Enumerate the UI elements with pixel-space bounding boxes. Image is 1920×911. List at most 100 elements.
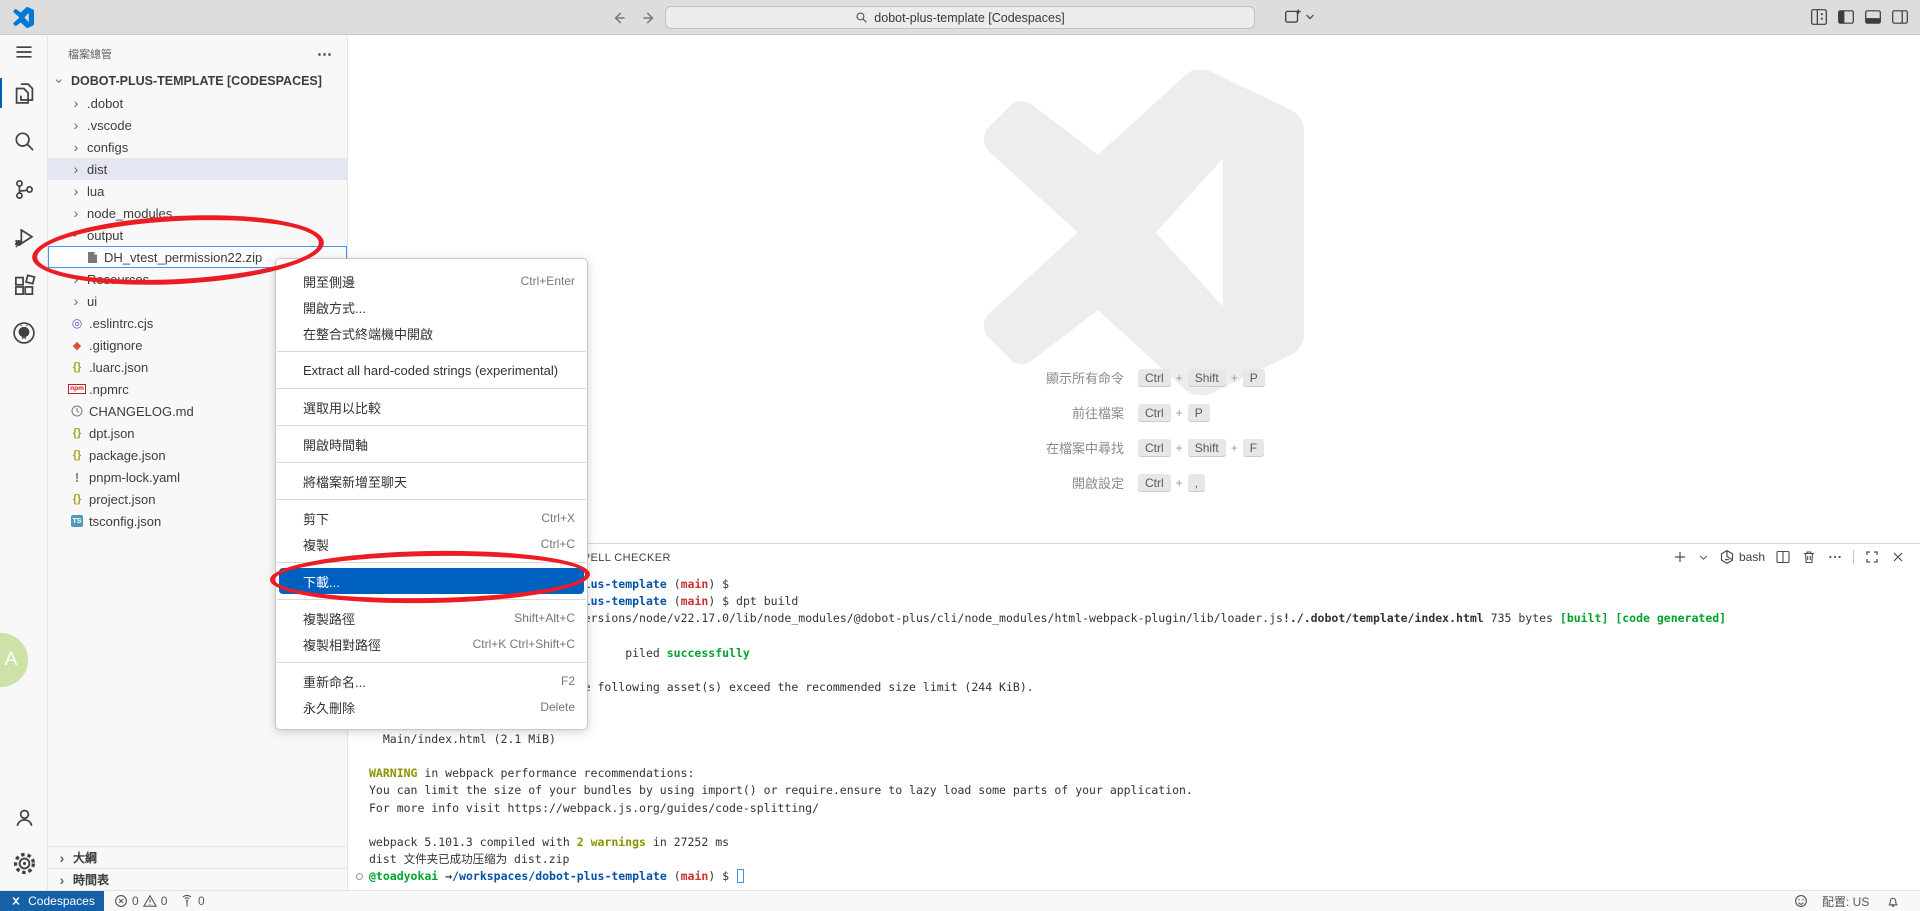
accounts-icon[interactable] bbox=[0, 797, 48, 837]
close-panel-icon[interactable] bbox=[1890, 549, 1906, 565]
menu-item-extract-strings[interactable]: Extract all hard-coded strings (experime… bbox=[276, 357, 587, 383]
more-actions-icon[interactable] bbox=[1827, 549, 1843, 565]
tab-spell-checker[interactable]: SPELL CHECKER bbox=[575, 552, 671, 564]
terminal-line: webpack 5.101.3 compiled with 2 warnings… bbox=[369, 834, 729, 851]
explorer-icon[interactable] bbox=[0, 73, 48, 113]
tree-item-label: configs bbox=[87, 140, 128, 155]
chevron-right-icon: › bbox=[70, 163, 82, 175]
tree-item-label: package.json bbox=[89, 448, 166, 463]
source-control-icon[interactable] bbox=[0, 169, 48, 209]
tree-item-output-folder[interactable]: ›output bbox=[48, 224, 347, 246]
tree-item-node-modules-folder[interactable]: ›node_modules bbox=[48, 202, 347, 224]
menu-item-open-with[interactable]: 開啟方式... bbox=[276, 294, 587, 320]
menu-separator bbox=[277, 599, 586, 600]
tree-item-label: project.json bbox=[89, 492, 155, 507]
tree-item-dist-folder[interactable]: ›dist bbox=[48, 158, 347, 180]
git-icon: ◆ bbox=[73, 339, 81, 352]
keyboard-layout-status[interactable]: 配置: US bbox=[1822, 891, 1869, 911]
menu-item-shortcut: Ctrl+X bbox=[541, 511, 575, 525]
toggle-secondary-sidebar-icon[interactable] bbox=[1891, 8, 1909, 26]
terminal-tab-bash[interactable]: bash bbox=[1719, 549, 1765, 565]
menu-item-copy[interactable]: 複製Ctrl+C bbox=[276, 531, 587, 557]
menu-item-shortcut: Shift+Alt+C bbox=[514, 611, 575, 625]
sidebar-timeline-section[interactable]: ›時間表 bbox=[48, 868, 347, 890]
menu-separator bbox=[277, 425, 586, 426]
notifications-bell[interactable] bbox=[1886, 891, 1900, 911]
menu-item-copy-relative-path[interactable]: 複製相對路徑Ctrl+K Ctrl+Shift+C bbox=[276, 631, 587, 657]
menu-item-add-file-to-chat[interactable]: 將檔案新增至聊天 bbox=[276, 468, 587, 494]
new-terminal-icon[interactable] bbox=[1672, 549, 1688, 565]
search-view-icon[interactable] bbox=[0, 121, 48, 161]
menu-separator bbox=[277, 462, 586, 463]
key-chip: , bbox=[1188, 474, 1205, 492]
key-chip: P bbox=[1188, 404, 1210, 422]
menu-item-open-in-integrated-terminal[interactable]: 在整合式終端機中開啟 bbox=[276, 320, 587, 346]
radio-tower-icon bbox=[180, 894, 194, 908]
watermark-label: 在檔案中尋找 bbox=[914, 438, 1124, 457]
menu-item-label: 重新命名... bbox=[303, 672, 366, 691]
github-icon[interactable] bbox=[0, 313, 48, 353]
warning-count: 0 bbox=[161, 894, 168, 908]
menu-item-cut[interactable]: 剪下Ctrl+X bbox=[276, 505, 587, 531]
search-value: dobot-plus-template [Codespaces] bbox=[874, 11, 1064, 25]
menu-item-download[interactable]: 下載... bbox=[279, 568, 584, 594]
terminal-line: Main/index.html (2.1 MiB) bbox=[369, 731, 556, 748]
menu-item-delete-permanently[interactable]: 永久刪除Delete bbox=[276, 694, 587, 720]
menu-item-copy-path[interactable]: 複製路徑Shift+Alt+C bbox=[276, 605, 587, 631]
menu-separator bbox=[277, 499, 586, 500]
watermark-shortcut-row: 在檔案中尋找Ctrl+Shift+F bbox=[914, 430, 1354, 465]
clock-icon bbox=[71, 405, 83, 417]
customize-layout-icon[interactable] bbox=[1810, 8, 1828, 26]
sidebar-outline-section[interactable]: ›大綱 bbox=[48, 846, 347, 868]
toggle-panel-icon[interactable] bbox=[1864, 8, 1882, 26]
command-decoration-icon[interactable] bbox=[356, 873, 363, 880]
menu-item-label: 在整合式終端機中開啟 bbox=[303, 324, 433, 343]
menu-separator bbox=[277, 388, 586, 389]
terminal-output[interactable]: @toadyokai →/workspaces/dobot-plus-templ… bbox=[369, 576, 1920, 888]
tree-item-root[interactable]: ›DOBOT-PLUS-TEMPLATE [CODESPACES] bbox=[48, 70, 347, 92]
section-label: 時間表 bbox=[73, 871, 109, 888]
back-arrow-icon[interactable] bbox=[610, 9, 628, 27]
watermark-shortcut-row: 開啟設定Ctrl+, bbox=[914, 465, 1354, 500]
tree-item-vscode-folder[interactable]: ›.vscode bbox=[48, 114, 347, 136]
maximize-panel-icon[interactable] bbox=[1864, 549, 1880, 565]
remote-indicator[interactable]: Codespaces bbox=[0, 891, 104, 911]
forward-arrow-icon[interactable] bbox=[640, 9, 658, 27]
menu-item-rename[interactable]: 重新命名...F2 bbox=[276, 668, 587, 694]
tree-item-lua-folder[interactable]: ›lua bbox=[48, 180, 347, 202]
extensions-icon[interactable] bbox=[0, 265, 48, 305]
watermark-label: 顯示所有命令 bbox=[914, 368, 1124, 387]
split-terminal-icon[interactable] bbox=[1775, 549, 1791, 565]
menu-item-open-timeline[interactable]: 開啟時間軸 bbox=[276, 431, 587, 457]
tree-item-label: DH_vtest_permission22.zip bbox=[104, 250, 262, 265]
search-icon bbox=[855, 11, 868, 24]
chevron-right-icon: › bbox=[70, 273, 82, 285]
copilot-dropdown[interactable] bbox=[1284, 8, 1315, 26]
key-chip: F bbox=[1243, 439, 1264, 457]
tree-item-configs-folder[interactable]: ›configs bbox=[48, 136, 347, 158]
settings-gear-icon[interactable] bbox=[0, 843, 48, 883]
menu-item-open-to-side[interactable]: 開至側邊Ctrl+Enter bbox=[276, 268, 587, 294]
command-center-search[interactable]: dobot-plus-template [Codespaces] bbox=[665, 6, 1255, 29]
json-icon: {} bbox=[73, 449, 82, 461]
tree-item-label: CHANGELOG.md bbox=[89, 404, 194, 419]
key-chip: Ctrl bbox=[1138, 369, 1171, 387]
chevron-right-icon: › bbox=[70, 119, 82, 131]
more-actions-icon[interactable]: ⋯ bbox=[317, 45, 333, 63]
toggle-primary-sidebar-icon[interactable] bbox=[1837, 8, 1855, 26]
menu-separator bbox=[277, 562, 586, 563]
kill-terminal-icon[interactable] bbox=[1801, 549, 1817, 565]
feedback-smiley[interactable] bbox=[1794, 891, 1808, 911]
menu-icon[interactable] bbox=[0, 32, 48, 72]
terminal-line: You can limit the size of your bundles b… bbox=[369, 782, 1193, 799]
terminal-dropdown-icon[interactable] bbox=[1698, 552, 1709, 563]
tree-item-dobot-folder[interactable]: ›.dobot bbox=[48, 92, 347, 114]
menu-item-shortcut: Ctrl+K Ctrl+Shift+C bbox=[473, 637, 575, 651]
menu-item-select-for-compare[interactable]: 選取用以比較 bbox=[276, 394, 587, 420]
problems-status[interactable]: 0 0 bbox=[114, 891, 167, 911]
errors-icon bbox=[114, 894, 128, 908]
run-debug-icon[interactable] bbox=[0, 217, 48, 257]
tree-item-label: pnpm-lock.yaml bbox=[89, 470, 180, 485]
ports-status[interactable]: 0 bbox=[180, 891, 205, 911]
terminal-line: @toadyokai →/workspaces/dobot-plus-templ… bbox=[369, 868, 744, 885]
